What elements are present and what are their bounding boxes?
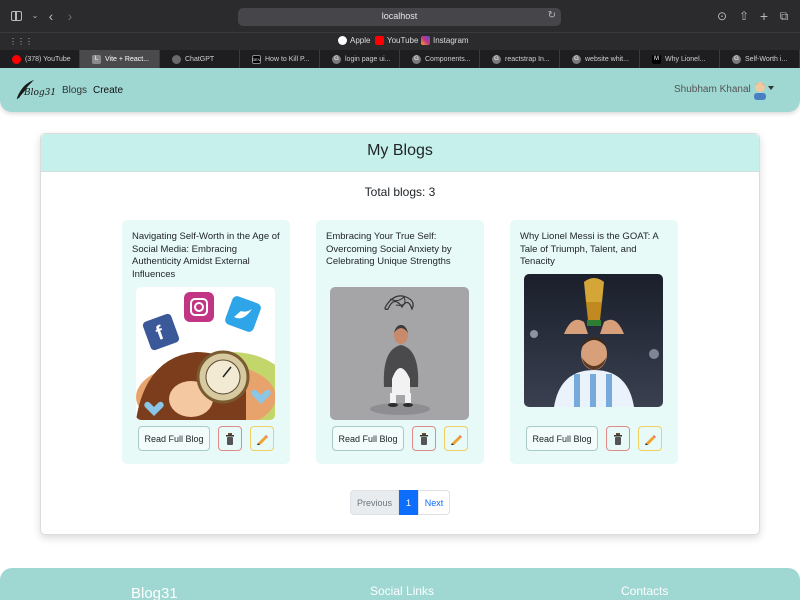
medium-icon: M	[652, 54, 661, 64]
next-page-button[interactable]: Next	[418, 490, 450, 515]
browser-toolbar: ⌄ ‹ › localhost ↻ ⊙ ⇧ + ⧉	[0, 0, 800, 32]
read-full-blog-button[interactable]: Read Full Blog	[526, 426, 598, 451]
download-icon[interactable]: ⊙	[715, 9, 729, 23]
favorites-bar: ⋮⋮⋮ Apple YouTube Instagram	[0, 32, 800, 50]
my-blogs-card: My Blogs Total blogs: 3 Navigating Self-…	[40, 133, 760, 535]
grid-icon[interactable]: ⋮⋮⋮	[9, 37, 33, 46]
trash-icon	[420, 432, 428, 445]
page-1-button[interactable]: 1	[399, 490, 418, 515]
tab-overview-icon[interactable]: ⧉	[777, 9, 791, 23]
browser-tab[interactable]: DEV How to Kill P...	[240, 50, 320, 68]
tab-strip: (378) YouTube L Vite + React... ChatGPT D…	[0, 50, 800, 68]
footer-contacts-heading: Contacts	[621, 584, 669, 598]
blog-title: Navigating Self-Worth in the Age of Soci…	[132, 231, 280, 280]
pencil-icon	[645, 434, 656, 445]
browser-tab[interactable]: ChatGPT	[160, 50, 240, 68]
trash-icon	[614, 432, 622, 445]
footer: Blog31 Social Links Contacts	[0, 568, 800, 600]
new-tab-icon[interactable]: +	[757, 9, 771, 23]
dev-icon: DEV	[252, 54, 261, 64]
reload-icon[interactable]: ↻	[548, 10, 556, 21]
edit-button[interactable]	[444, 426, 468, 451]
chevron-down-icon[interactable]	[768, 86, 774, 90]
blog-title: Embracing Your True Self: Overcoming Soc…	[326, 231, 452, 267]
delete-button[interactable]	[412, 426, 436, 451]
forward-icon[interactable]: ›	[63, 9, 77, 23]
browser-tab[interactable]: M Why Lionel...	[640, 50, 720, 68]
blog-card: Why Lionel Messi is the GOAT: A Tale of …	[510, 220, 678, 464]
edit-button[interactable]	[250, 426, 274, 451]
nav-blogs-link[interactable]: Blogs	[62, 85, 87, 96]
browser-tab[interactable]: Glogin page ui...	[320, 50, 400, 68]
avatar[interactable]	[751, 80, 769, 100]
blog-card: Embracing Your True Self: Overcoming Soc…	[316, 220, 484, 464]
brand-logo[interactable]: Blog31	[14, 78, 56, 102]
favorite-instagram[interactable]: Instagram	[421, 36, 469, 45]
vite-icon: L	[92, 54, 101, 64]
footer-brand: Blog31	[131, 585, 178, 600]
footer-social-heading: Social Links	[370, 584, 435, 598]
google-icon: G	[572, 54, 581, 64]
browser-tab-active[interactable]: L Vite + React...	[80, 50, 160, 68]
apple-icon	[338, 36, 347, 45]
browser-tab[interactable]: Gwebsite whit...	[560, 50, 640, 68]
chatgpt-icon	[172, 54, 181, 64]
delete-button[interactable]	[606, 426, 630, 451]
blog-image	[330, 287, 469, 420]
delete-button[interactable]	[218, 426, 242, 451]
previous-page-button[interactable]: Previous	[350, 490, 399, 515]
browser-tab[interactable]: G Self-Worth i...	[720, 50, 800, 68]
brand-text: Blog31	[24, 88, 57, 98]
google-icon: G	[332, 54, 341, 64]
blog-card: Navigating Self-Worth in the Age of Soci…	[122, 220, 290, 464]
favorite-label: Apple	[350, 36, 371, 45]
youtube-icon	[12, 54, 21, 64]
share-icon[interactable]: ⇧	[737, 9, 751, 23]
address-bar[interactable]: localhost ↻	[238, 8, 561, 26]
google-icon: G	[492, 54, 501, 64]
browser-tab[interactable]: G Components...	[400, 50, 480, 68]
url-text: localhost	[381, 11, 418, 21]
browser-tab[interactable]: Greactstrap In...	[480, 50, 560, 68]
page-title: My Blogs	[367, 142, 433, 159]
pagination: Previous 1 Next	[350, 490, 450, 515]
pencil-icon	[257, 434, 268, 445]
read-full-blog-button[interactable]: Read Full Blog	[138, 426, 210, 451]
edit-button[interactable]	[638, 426, 662, 451]
username: Shubham Khanal	[674, 84, 751, 95]
trash-icon	[226, 432, 234, 445]
google-icon: G	[732, 54, 741, 64]
blog-title: Why Lionel Messi is the GOAT: A Tale of …	[520, 231, 659, 267]
youtube-icon	[375, 36, 384, 45]
app-navbar: Blog31 Blogs Create Shubham Khanal	[0, 68, 800, 112]
favorite-label: YouTube	[387, 36, 419, 45]
blog-image: f	[136, 287, 275, 420]
card-header: My Blogs	[41, 134, 759, 172]
google-icon: G	[412, 54, 421, 64]
blog-image	[524, 274, 663, 407]
favorite-label: Instagram	[433, 36, 469, 45]
read-full-blog-button[interactable]: Read Full Blog	[332, 426, 404, 451]
favorite-apple[interactable]: Apple	[338, 36, 370, 45]
pencil-icon	[451, 434, 462, 445]
sidebar-toggle-icon[interactable]	[11, 11, 22, 21]
nav-create-link[interactable]: Create	[93, 85, 123, 96]
instagram-icon	[421, 36, 430, 45]
back-icon[interactable]: ‹	[44, 9, 58, 23]
chevron-down-icon[interactable]: ⌄	[28, 9, 42, 23]
favorite-youtube[interactable]: YouTube	[375, 36, 418, 45]
total-blogs: Total blogs: 3	[364, 185, 436, 199]
browser-tab[interactable]: (378) YouTube	[0, 50, 80, 68]
